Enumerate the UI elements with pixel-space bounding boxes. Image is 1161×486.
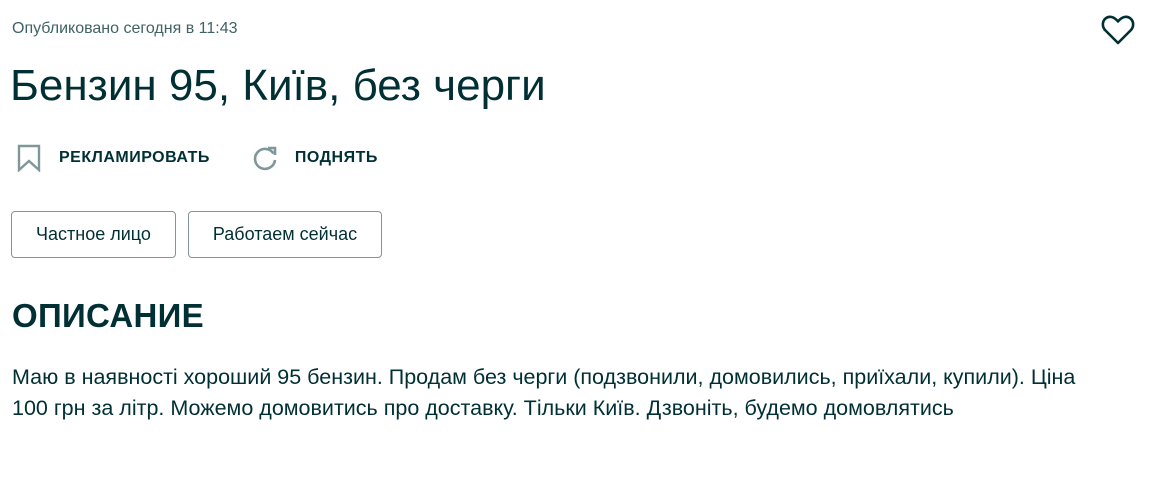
promote-button[interactable]: РЕКЛАМИРОВАТЬ bbox=[14, 143, 210, 173]
description-heading: ОПИСАНИЕ bbox=[12, 297, 204, 334]
ad-title: Бензин 95, Київ, без черги bbox=[10, 61, 546, 110]
refresh-icon bbox=[250, 143, 280, 173]
description-text: Маю в наявності хороший 95 бензин. Прода… bbox=[12, 365, 1076, 420]
ad-tags: Частное лицо Работаем сейчас bbox=[11, 211, 394, 258]
bookmark-icon bbox=[14, 143, 44, 173]
promote-label: РЕКЛАМИРОВАТЬ bbox=[59, 149, 210, 166]
heart-icon bbox=[1101, 15, 1135, 45]
tag-private-person: Частное лицо bbox=[11, 211, 176, 258]
ad-actions: РЕКЛАМИРОВАТЬ ПОДНЯТЬ bbox=[14, 140, 418, 176]
raise-button[interactable]: ПОДНЯТЬ bbox=[250, 143, 378, 173]
raise-label: ПОДНЯТЬ bbox=[294, 149, 378, 166]
published-date: Опубликовано сегодня в 11:43 bbox=[12, 20, 238, 37]
favorite-button[interactable] bbox=[1100, 12, 1136, 48]
tag-working-now: Работаем сейчас bbox=[187, 211, 383, 258]
